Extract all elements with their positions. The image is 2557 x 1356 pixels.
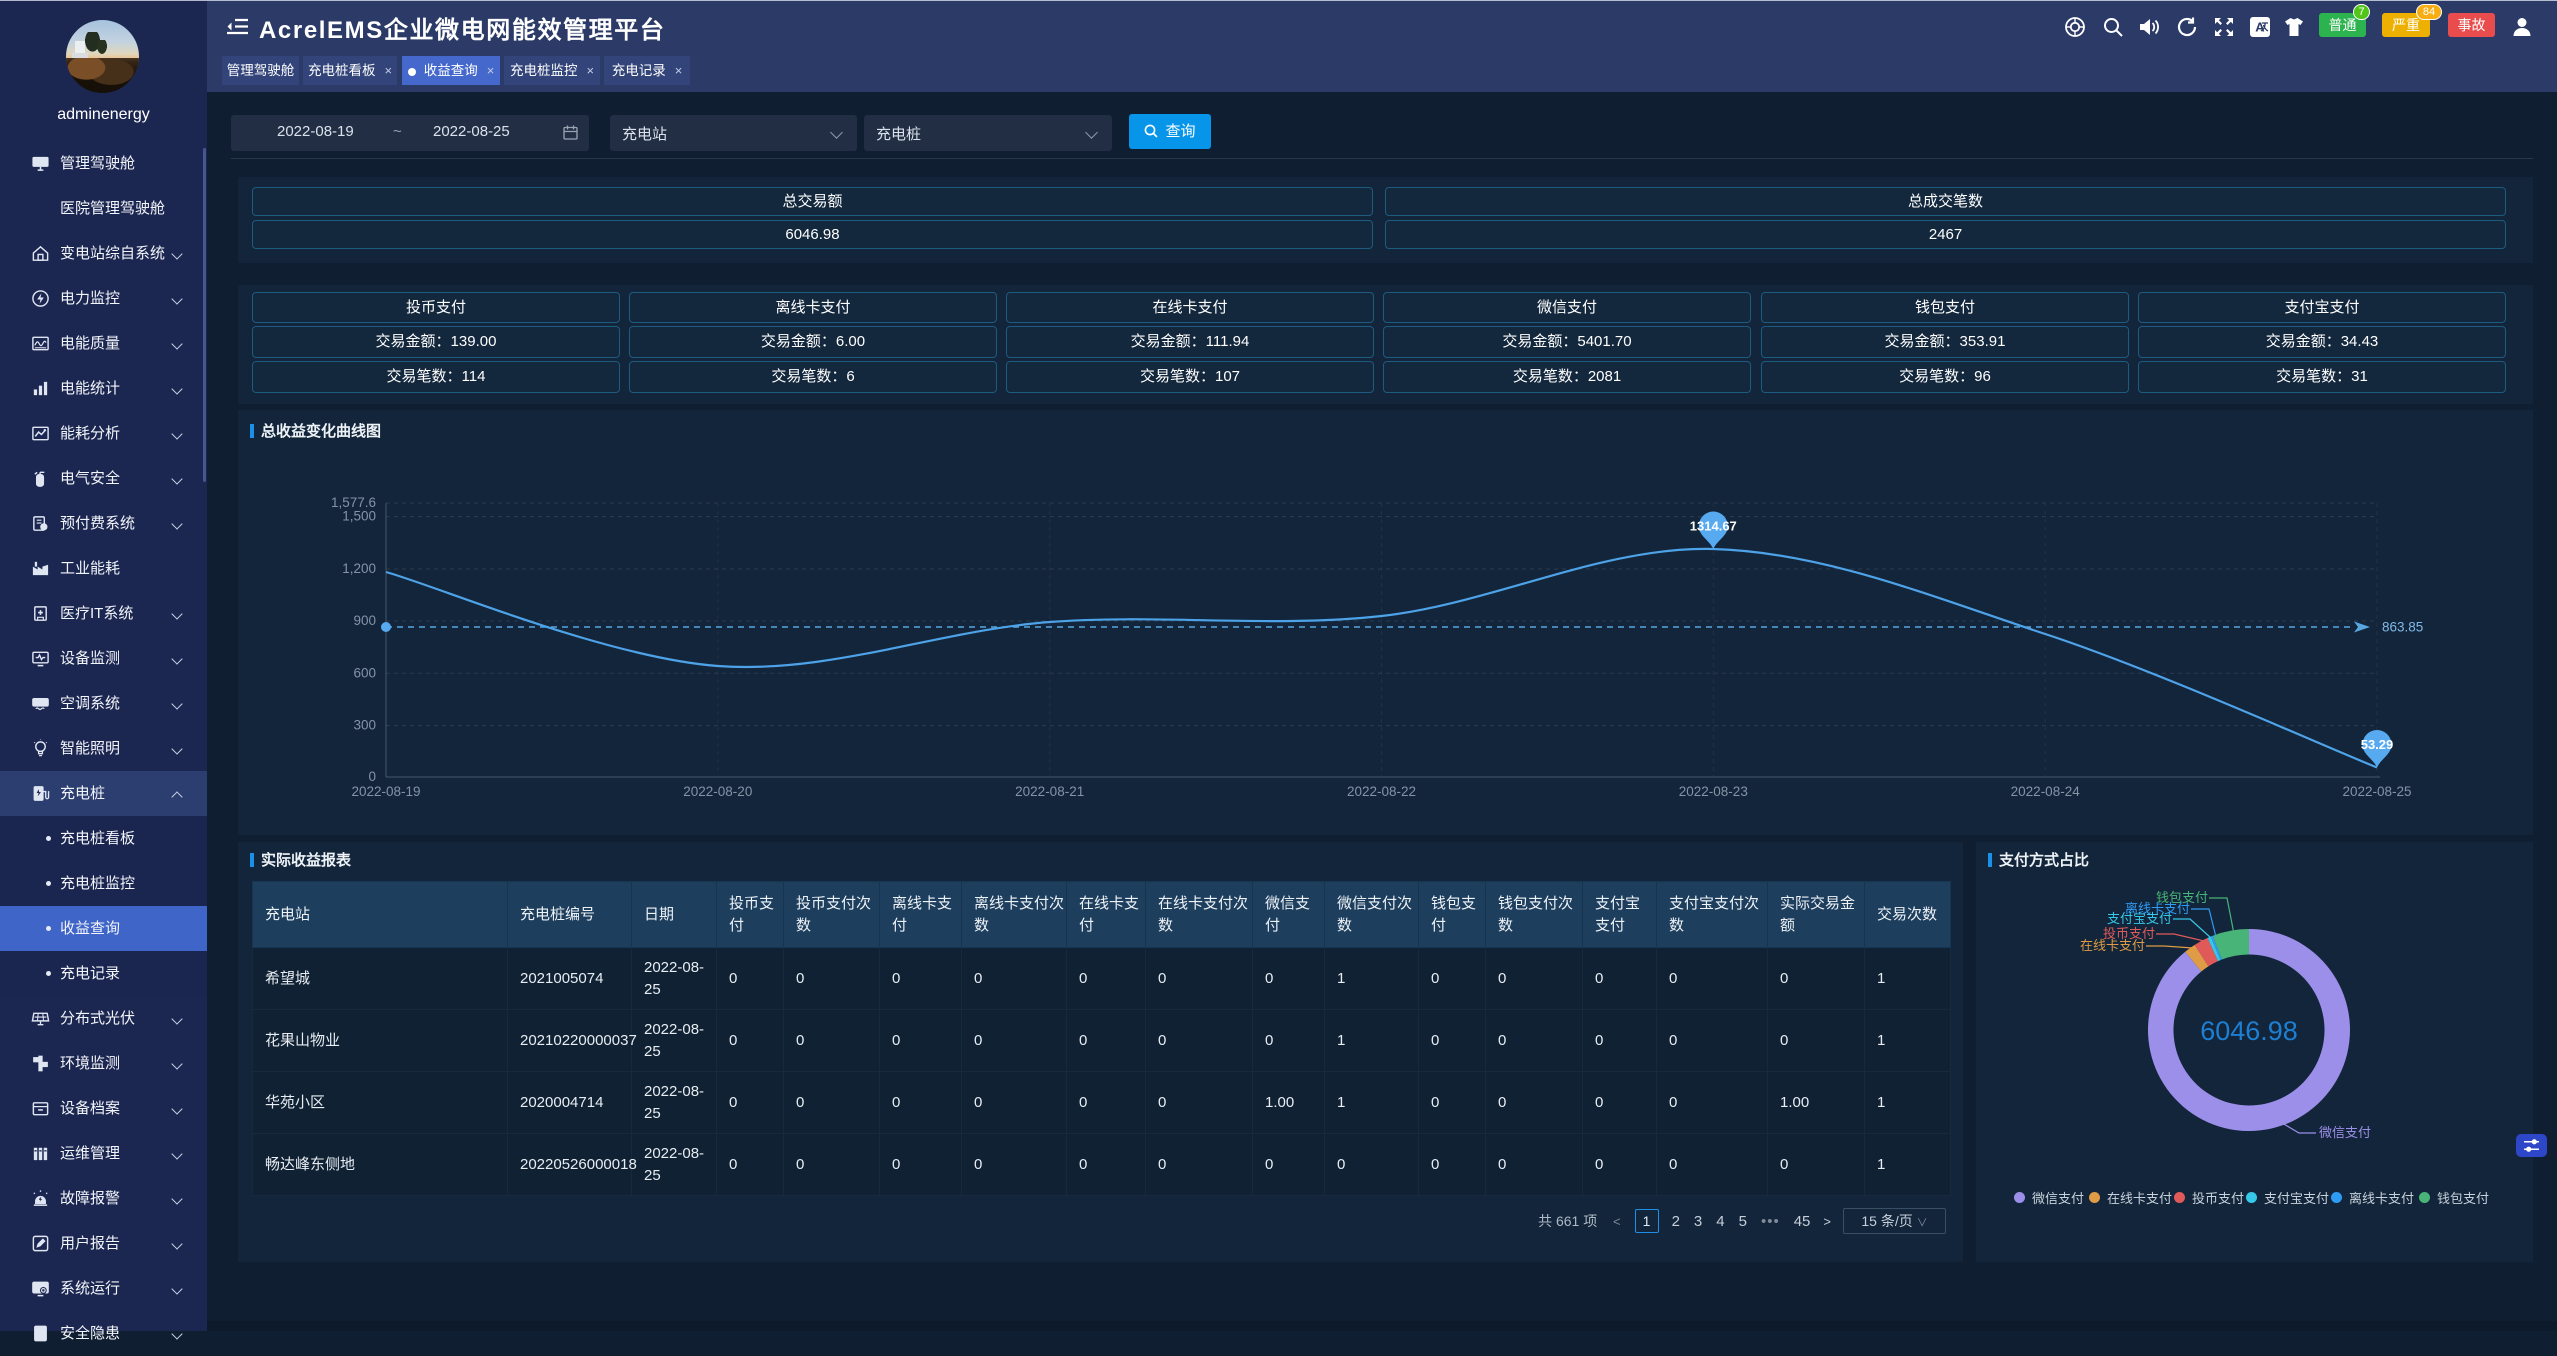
svg-text:支付宝支付: 支付宝支付 xyxy=(2107,911,2172,926)
svg-text:2022-08-24: 2022-08-24 xyxy=(2011,784,2081,799)
svg-text:微信支付: 微信支付 xyxy=(2319,1125,2371,1140)
svg-text:2022-08-21: 2022-08-21 xyxy=(1015,784,1084,799)
svg-text:600: 600 xyxy=(353,665,376,680)
svg-text:1314.67: 1314.67 xyxy=(1690,519,1737,534)
svg-text:2022-08-25: 2022-08-25 xyxy=(2342,784,2411,799)
svg-text:2022-08-22: 2022-08-22 xyxy=(1347,784,1416,799)
svg-text:6046.98: 6046.98 xyxy=(2200,1016,2298,1046)
svg-text:300: 300 xyxy=(353,718,376,733)
svg-text:2022-08-23: 2022-08-23 xyxy=(1679,784,1748,799)
svg-text:0: 0 xyxy=(368,769,376,784)
svg-text:$: $ xyxy=(42,525,45,531)
svg-text:2022-08-20: 2022-08-20 xyxy=(683,784,752,799)
svg-text:2022-08-19: 2022-08-19 xyxy=(351,784,420,799)
svg-text:900: 900 xyxy=(353,613,376,628)
svg-text:1,200: 1,200 xyxy=(342,561,376,576)
svg-text:在线卡支付: 在线卡支付 xyxy=(2080,938,2145,953)
svg-text:53.29: 53.29 xyxy=(2361,737,2394,752)
svg-text:863.85: 863.85 xyxy=(2382,620,2423,635)
svg-text:1,500: 1,500 xyxy=(342,509,376,524)
